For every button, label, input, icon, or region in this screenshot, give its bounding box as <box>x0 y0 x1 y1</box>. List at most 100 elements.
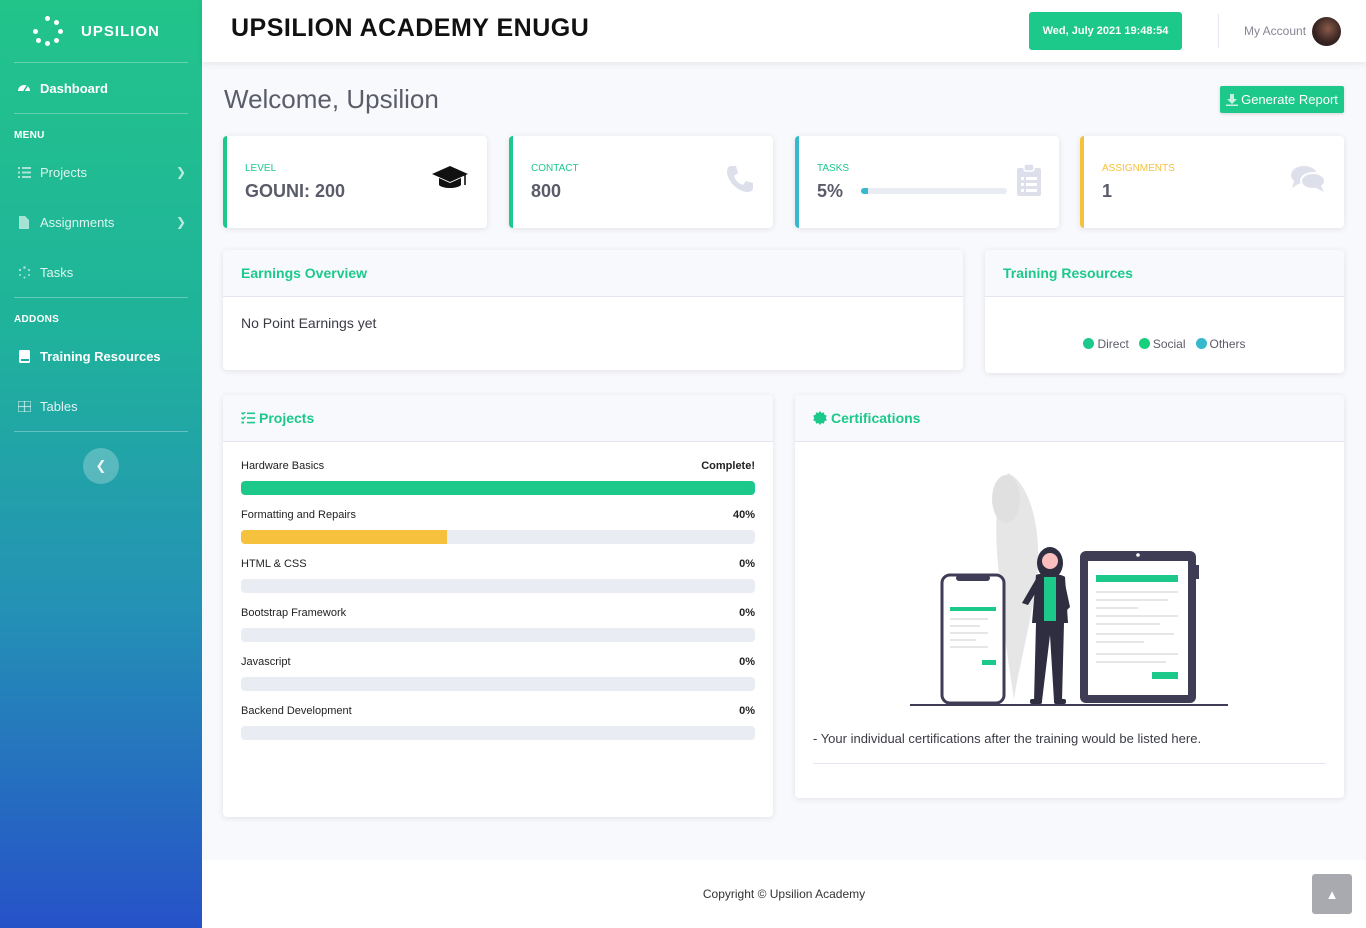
graduation-cap-icon <box>431 164 469 197</box>
legend-dot <box>1195 338 1207 349</box>
project-progress-fill <box>241 481 755 495</box>
certificate-icon <box>813 411 827 425</box>
project-progress-fill <box>241 530 447 544</box>
legend-dot <box>1138 338 1150 349</box>
spinner-icon <box>16 265 32 279</box>
download-icon <box>1226 93 1239 106</box>
projects-card: Projects Hardware Basics Complete! Formatt… <box>223 395 773 817</box>
project-row: Formatting and Repairs 40% <box>241 509 755 521</box>
sidebar-divider <box>14 431 188 432</box>
project-name: Hardware Basics <box>241 460 325 472</box>
welcome-heading: Welcome, Upsilion <box>224 84 439 114</box>
chart-legend: Direct Social Others <box>985 337 1344 351</box>
sidebar-item-label: Assignments <box>40 214 115 230</box>
project-name: HTML & CSS <box>241 558 307 570</box>
phone-icon <box>725 164 755 199</box>
sidebar-item-label: Tables <box>40 398 78 414</box>
project-row: Hardware Basics Complete! <box>241 460 755 472</box>
card-header: Certifications <box>795 395 1344 442</box>
sidebar-heading-menu: MENU <box>14 130 45 141</box>
comments-icon <box>1290 164 1326 199</box>
project-progress-bar <box>241 530 755 544</box>
project-status: 40% <box>732 509 755 521</box>
legend-label: Social <box>1152 337 1186 351</box>
project-status: 0% <box>739 558 755 570</box>
chevron-up-icon: ▲ <box>1325 886 1339 902</box>
project-status: Complete! <box>701 460 755 472</box>
brand-link[interactable]: UPSILION <box>0 0 202 62</box>
generate-report-label: Generate Report <box>1241 92 1338 107</box>
project-progress-bar <box>241 579 755 593</box>
project-row: Bootstrap Framework 0% <box>241 607 755 619</box>
certifications-card: Certifications - Your individual certifi… <box>795 395 1344 798</box>
project-status: 0% <box>739 607 755 619</box>
sidebar-heading-addons: ADDONS <box>14 314 60 325</box>
table-icon <box>16 400 32 412</box>
project-row: Javascript 0% <box>241 656 755 668</box>
logo-icon <box>33 16 63 46</box>
stat-value: 800 <box>531 181 562 201</box>
stat-label: TASKS <box>817 163 850 174</box>
project-item: Bootstrap Framework 0% <box>241 607 755 642</box>
project-status: 0% <box>739 656 755 668</box>
card-title: Training Resources <box>1003 265 1133 281</box>
earnings-body: No Point Earnings yet <box>241 315 377 331</box>
book-icon <box>16 349 32 363</box>
stat-label: CONTACT <box>531 163 579 174</box>
stat-label: LEVEL <box>245 163 277 174</box>
project-name: Formatting and Repairs <box>241 509 356 521</box>
sidebar-item-assignments[interactable]: Assignments ❯ <box>0 197 202 247</box>
card-title: Earnings Overview <box>241 265 368 281</box>
legend-item: Social <box>1138 337 1186 351</box>
training-resources-card: Training Resources Direct Social Others <box>985 250 1344 373</box>
sidebar-item-label: Tasks <box>40 264 74 280</box>
sidebar-item-training-resources[interactable]: Training Resources <box>0 331 202 381</box>
certification-illustration <box>910 473 1228 706</box>
card-title: Projects <box>259 410 315 426</box>
stat-value: GOUNI: 200 <box>245 181 346 201</box>
project-progress-bar <box>241 628 755 642</box>
certifications-text: - Your individual certifications after t… <box>813 731 1202 746</box>
stat-card-level: LEVEL GOUNI: 200 <box>223 136 487 228</box>
sidebar-item-label: Training Resources <box>40 348 161 364</box>
topbar: UPSILION ACADEMY ENUGU Wed, July 2021 19… <box>202 0 1366 62</box>
project-row: HTML & CSS 0% <box>241 558 755 570</box>
sidebar-item-tasks[interactable]: Tasks <box>0 247 202 297</box>
legend-label: Others <box>1209 337 1246 351</box>
project-progress-bar <box>241 677 755 691</box>
topbar-divider <box>1218 14 1219 48</box>
project-name: Javascript <box>241 656 291 668</box>
stat-value: 1 <box>1102 181 1113 201</box>
footer: Copyright © Upsilion Academy <box>202 860 1366 928</box>
sidebar: UPSILION Dashboard MENU Projects ❯ Assig… <box>0 0 202 928</box>
project-progress-bar <box>241 726 755 740</box>
project-item: Javascript 0% <box>241 656 755 691</box>
sidebar-item-dashboard[interactable]: Dashboard <box>0 63 202 113</box>
sidebar-toggle-button[interactable]: ❮ <box>83 448 119 484</box>
card-header: Projects <box>223 395 773 442</box>
sidebar-item-projects[interactable]: Projects ❯ <box>0 147 202 197</box>
project-item: Hardware Basics Complete! <box>241 460 755 495</box>
scroll-to-top-button[interactable]: ▲ <box>1312 874 1352 914</box>
sidebar-item-label: Dashboard <box>40 80 108 96</box>
project-item: Formatting and Repairs 40% <box>241 509 755 544</box>
project-name: Bootstrap Framework <box>241 607 347 619</box>
chevron-left-icon: ❮ <box>95 458 107 473</box>
generate-report-button[interactable]: Generate Report <box>1220 86 1344 113</box>
sidebar-item-tables[interactable]: Tables <box>0 381 202 431</box>
brand-name: UPSILION <box>81 22 160 40</box>
tasks-progress-fill <box>861 188 869 194</box>
my-account-link[interactable]: My Account <box>1244 24 1306 38</box>
legend-dot <box>1083 338 1095 349</box>
sidebar-item-label: Projects <box>40 164 87 180</box>
date-time-badge: Wed, July 2021 19:48:54 <box>1029 12 1182 50</box>
project-row: Backend Development 0% <box>241 705 755 717</box>
tachometer-icon <box>16 81 32 95</box>
legend-item: Others <box>1195 337 1246 351</box>
tasks-list-icon <box>16 166 32 178</box>
legend-label: Direct <box>1097 337 1129 351</box>
project-item: HTML & CSS 0% <box>241 558 755 593</box>
avatar[interactable] <box>1312 17 1341 46</box>
card-header: Earnings Overview <box>223 250 963 297</box>
clipboard-list-icon <box>1017 163 1041 201</box>
